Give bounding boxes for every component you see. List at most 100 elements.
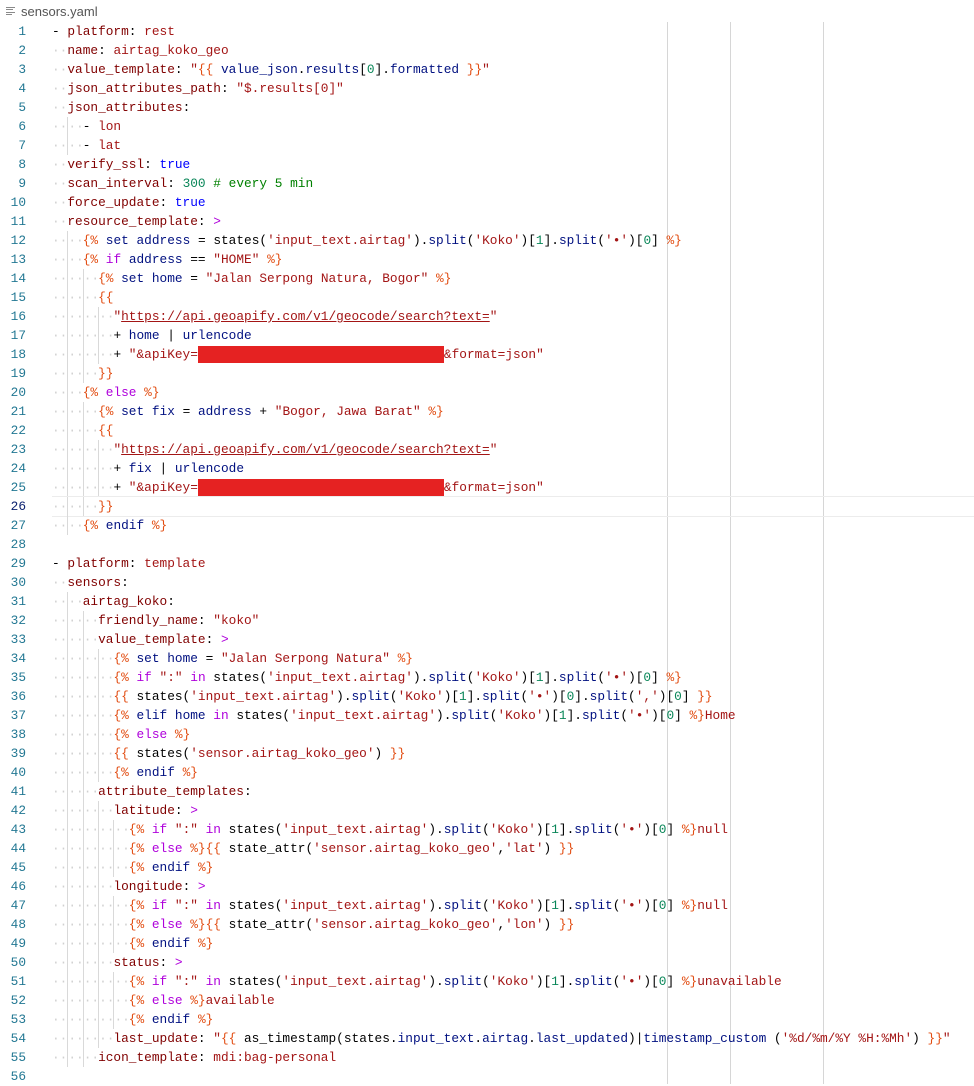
code-token: elif — [136, 708, 168, 723]
indent-guide: ·· — [52, 575, 68, 590]
indent-guide: ·· — [82, 744, 100, 763]
code-line[interactable]: 17 ········+ home | urlencode — [0, 326, 974, 345]
code-line[interactable]: 32 ······friendly_name: "koko" — [0, 611, 974, 630]
code-line[interactable]: 34 ········{% set home = "Jalan Serpong N… — [0, 649, 974, 668]
code-token: ). — [412, 670, 429, 685]
line-number: 53 — [10, 1012, 26, 1027]
code-line[interactable]: 56 — [0, 1067, 974, 1086]
line-number: 9 — [18, 176, 26, 191]
indent-guide: ·· — [82, 725, 100, 744]
code-line[interactable]: 29 - platform: template — [0, 554, 974, 573]
code-line[interactable]: 10 ··force_update: true — [0, 193, 974, 212]
code-token: in — [190, 670, 206, 685]
code-token: ":" — [174, 974, 198, 989]
code-line[interactable]: 15 ······{{ — [0, 288, 974, 307]
code-line[interactable]: 28 — [0, 535, 974, 554]
code-line[interactable]: 8 ··verify_ssl: true — [0, 155, 974, 174]
line-number: 55 — [10, 1050, 26, 1065]
code-line[interactable]: 38 ········{% else %} — [0, 725, 974, 744]
code-line[interactable]: 26 ······}} — [0, 496, 974, 517]
code-line[interactable]: 21 ······{% set fix = address + "Bogor, J… — [0, 402, 974, 421]
code-token: ] — [666, 898, 682, 913]
code-line[interactable]: 2 ··name: airtag_koko_geo — [0, 41, 974, 60]
code-line[interactable]: 45 ··········{% endif %} — [0, 858, 974, 877]
code-line[interactable]: 4 ··json_attributes_path: "$.results[0]" — [0, 79, 974, 98]
code-line[interactable]: 39 ········{{ states('sensor.airtag_koko_… — [0, 744, 974, 763]
code-line[interactable]: 12 ····{% set address = states('input_tex… — [0, 231, 974, 250]
indent-guide: ·· — [52, 290, 68, 305]
indent-guide: ·· — [67, 858, 84, 877]
code-editor[interactable]: 1- platform: rest 2 ··name: airtag_koko_ge… — [0, 22, 974, 1084]
code-line[interactable]: 27 ····{% endif %} — [0, 516, 974, 535]
code-line[interactable]: 18 ········+ "&apiKey= &format=json" — [0, 345, 974, 364]
code-token: }} — [927, 1031, 943, 1046]
code-line[interactable]: 14 ······{% set home = "Jalan Serpong Nat… — [0, 269, 974, 288]
indent-guide: ·· — [82, 288, 100, 307]
code-line[interactable]: 37 ········{% elif home in states('input_… — [0, 706, 974, 725]
code-line[interactable]: 1 - platform: rest — [0, 22, 974, 41]
code-line[interactable]: 31 ····airtag_koko: — [0, 592, 974, 611]
code-line[interactable]: 20 ····{% else %} — [0, 383, 974, 402]
line-code: ··········{% endif %} — [52, 934, 974, 953]
code-line[interactable]: 11 ··resource_template: > — [0, 212, 974, 231]
code-line[interactable]: 51 ··········{% if ":" in states('input_t… — [0, 972, 974, 991]
code-token: %} — [666, 670, 682, 685]
code-line[interactable]: 9 ··scan_interval: 300 # every 5 min — [0, 174, 974, 193]
code-line[interactable]: 54 ········last_update: "{{ as_timestamp(… — [0, 1029, 974, 1048]
code-line[interactable]: 33 ······value_template: > — [0, 630, 974, 649]
indent-guide: ·· — [67, 725, 84, 744]
code-line[interactable]: 46 ········longitude: > — [0, 877, 974, 896]
code-line[interactable]: 19 ······}} — [0, 364, 974, 383]
code-line[interactable]: 25 ········+ "&apiKey= &format=json" — [0, 478, 974, 497]
redacted-api-key — [197, 479, 444, 496]
code-line[interactable]: 22 ······{{ — [0, 421, 974, 440]
code-token: 1 — [459, 689, 467, 704]
code-line[interactable]: 13 ····{% if address == "HOME" %} — [0, 250, 974, 269]
code-line[interactable]: 42 ········latitude: > — [0, 801, 974, 820]
code-token: {% — [113, 708, 129, 723]
code-token: {% — [113, 670, 129, 685]
code-token: ]. — [558, 898, 575, 913]
code-line[interactable]: 48 ··········{% else %}{{ state_attr('sen… — [0, 915, 974, 934]
code-line[interactable]: 41 ······attribute_templates: — [0, 782, 974, 801]
code-line[interactable]: 36 ········{{ states('input_text.airtag')… — [0, 687, 974, 706]
code-line[interactable]: 6 ····- lon — [0, 117, 974, 136]
code-token: status — [113, 955, 160, 970]
code-line[interactable]: 43 ··········{% if ":" in states('input_t… — [0, 820, 974, 839]
code-line[interactable]: 16 ········"https://api.geoapify.com/v1/g… — [0, 307, 974, 326]
line-code: ······}} — [52, 364, 974, 383]
code-line[interactable]: 47 ··········{% if ":" in states('input_t… — [0, 896, 974, 915]
line-code: ········"https://api.geoapify.com/v1/geo… — [52, 440, 974, 459]
code-line[interactable]: 23 ········"https://api.geoapify.com/v1/g… — [0, 440, 974, 459]
code-line[interactable]: 50 ········status: > — [0, 953, 974, 972]
code-line[interactable]: 52 ··········{% else %}available — [0, 991, 974, 1010]
code-token: " — [190, 62, 198, 77]
indent-guide: ·· — [98, 1029, 115, 1048]
indent-guide: ·· — [82, 953, 100, 972]
code-line[interactable]: 30 ··sensors: — [0, 573, 974, 592]
code-token: in — [205, 898, 221, 913]
code-line[interactable]: 3 ··value_template: "{{ value_json.result… — [0, 60, 974, 79]
code-line[interactable]: 44 ··········{% else %}{{ state_attr('sen… — [0, 839, 974, 858]
code-line[interactable]: 53 ··········{% endif %} — [0, 1010, 974, 1029]
code-line[interactable]: 5 ··json_attributes: — [0, 98, 974, 117]
code-line[interactable]: 49 ··········{% endif %} — [0, 934, 974, 953]
code-token: )[ — [643, 822, 659, 837]
line-code: ········longitude: > — [52, 877, 974, 896]
indent-guide: ·· — [82, 1010, 100, 1029]
code-line[interactable]: 40 ········{% endif %} — [0, 763, 974, 782]
code-line[interactable]: 35 ········{% if ":" in states('input_tex… — [0, 668, 974, 687]
code-line[interactable]: 24 ········+ fix | urlencode — [0, 459, 974, 478]
code-line[interactable]: 55 ······icon_template: mdi:bag-personal — [0, 1048, 974, 1067]
code-token: %} — [197, 1012, 214, 1027]
line-number: 10 — [10, 195, 26, 210]
code-line[interactable]: 7 ····- lat — [0, 136, 974, 155]
editor-tab[interactable]: sensors.yaml — [0, 0, 974, 22]
indent-guide: ·· — [52, 347, 68, 362]
code-token: {% — [128, 898, 145, 913]
line-code: ··········{% else %}{{ state_attr('senso… — [52, 915, 974, 934]
code-token: . — [528, 1031, 536, 1046]
